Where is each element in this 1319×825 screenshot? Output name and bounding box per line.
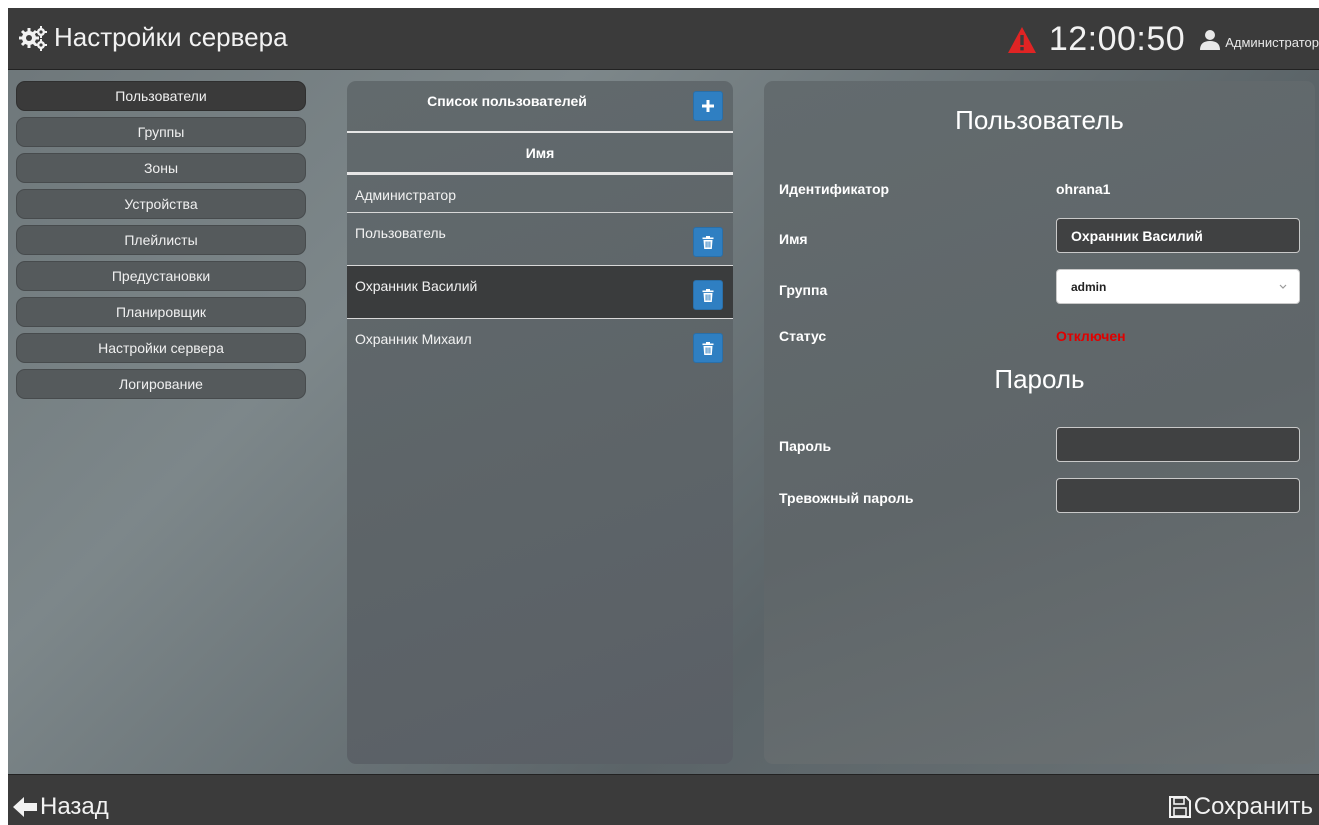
- password-heading: Пароль: [994, 364, 1085, 394]
- id-value: ohrana1: [1056, 181, 1111, 197]
- table-row[interactable]: Охранник Михаил: [347, 319, 733, 372]
- user-name-cell: Пользователь: [355, 225, 446, 241]
- save-button[interactable]: Сохранить: [1168, 793, 1313, 821]
- sidebar-item-label: Пользователи: [115, 88, 207, 104]
- trash-icon: [702, 288, 714, 302]
- id-label: Идентификатор: [779, 181, 890, 197]
- user-list-panel: Список пользователей Имя Администратор П…: [347, 81, 733, 764]
- trash-icon: [702, 341, 714, 355]
- sidebar-item-playlists[interactable]: Плейлисты: [16, 225, 306, 255]
- save-label: Сохранить: [1193, 793, 1313, 820]
- user-detail-panel: Пользователь Идентификатор ohrana1 Имя О…: [764, 81, 1315, 764]
- bottom-bar: Назад Сохранить: [8, 774, 1319, 825]
- title-group: Настройки сервера: [18, 22, 288, 53]
- sidebar-item-presets[interactable]: Предустановки: [16, 261, 306, 291]
- sidebar-item-logging[interactable]: Логирование: [16, 369, 306, 399]
- delete-user-button[interactable]: [693, 333, 723, 363]
- sidebar-item-groups[interactable]: Группы: [16, 117, 306, 147]
- table-row-selected[interactable]: Охранник Василий: [347, 266, 733, 319]
- user-heading: Пользователь: [955, 105, 1124, 135]
- sidebar-item-label: Плейлисты: [124, 232, 198, 248]
- back-label: Назад: [40, 793, 109, 820]
- sidebar-nav: Пользователи Группы Зоны Устройства Плей…: [16, 81, 306, 405]
- top-bar: Настройки сервера 12:00:50 Администратор: [8, 8, 1319, 70]
- user-list-header: Список пользователей: [347, 81, 733, 133]
- sidebar-item-label: Предустановки: [111, 268, 211, 284]
- sidebar-item-zones[interactable]: Зоны: [16, 153, 306, 183]
- password-label: Пароль: [779, 438, 832, 454]
- sidebar-item-label: Планировщик: [115, 304, 207, 320]
- alarm-password-label: Тревожный пароль: [779, 490, 914, 506]
- page-title: Настройки сервера: [54, 22, 288, 52]
- floppy-disk-icon: [1168, 796, 1191, 818]
- user-icon: [1200, 29, 1221, 50]
- sidebar-item-label: Устройства: [124, 196, 198, 212]
- sidebar-item-label: Логирование: [119, 376, 203, 392]
- sidebar-item-devices[interactable]: Устройства: [16, 189, 306, 219]
- status-value: Отключен: [1056, 328, 1126, 344]
- group-select-value: admin: [1071, 279, 1107, 294]
- user-name-cell: Администратор: [355, 187, 457, 203]
- status-area: 12:00:50 Администратор: [1007, 20, 1319, 59]
- sidebar-item-server-settings[interactable]: Настройки сервера: [16, 333, 306, 363]
- sidebar-item-label: Зоны: [143, 160, 179, 176]
- delete-user-button[interactable]: [693, 227, 723, 257]
- trash-icon: [702, 235, 714, 249]
- warning-triangle-icon[interactable]: [1007, 26, 1037, 54]
- sidebar-item-label: Настройки сервера: [98, 340, 224, 356]
- password-field[interactable]: [1056, 427, 1300, 462]
- user-list-title: Список пользователей: [427, 93, 587, 109]
- sidebar-item-users[interactable]: Пользователи: [16, 81, 306, 111]
- gears-icon: [19, 25, 47, 51]
- status-label: Статус: [779, 328, 827, 344]
- back-button[interactable]: Назад: [12, 793, 109, 821]
- plus-icon: [702, 100, 714, 112]
- group-label: Группа: [779, 282, 828, 298]
- add-user-button[interactable]: [693, 91, 723, 121]
- group-select[interactable]: admin: [1056, 269, 1300, 304]
- column-header-name[interactable]: Имя: [347, 133, 733, 175]
- sidebar-item-label: Группы: [137, 124, 185, 140]
- sidebar-item-scheduler[interactable]: Планировщик: [16, 297, 306, 327]
- table-row[interactable]: Администратор: [347, 175, 733, 213]
- name-label: Имя: [779, 231, 808, 247]
- alarm-password-field[interactable]: [1056, 478, 1300, 513]
- clock: 12:00:50: [1048, 20, 1186, 58]
- app-window: Настройки сервера 12:00:50 Администратор…: [8, 8, 1319, 825]
- current-user[interactable]: Администратор: [1225, 35, 1319, 50]
- table-row[interactable]: Пользователь: [347, 213, 733, 266]
- user-name-cell: Охранник Михаил: [355, 331, 472, 347]
- user-name-cell: Охранник Василий: [355, 278, 478, 294]
- delete-user-button[interactable]: [693, 280, 723, 310]
- chevron-down-icon: [1279, 284, 1287, 289]
- arrow-left-icon: [13, 797, 37, 817]
- name-field[interactable]: Охранник Василий: [1056, 218, 1300, 253]
